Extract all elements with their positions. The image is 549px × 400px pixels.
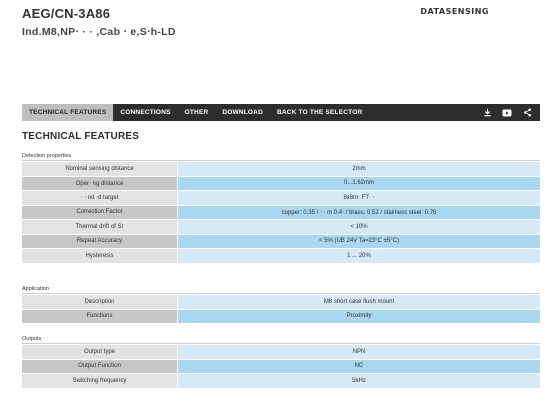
table-row: Repeat Accuracy < 5% (UB 24V Ta=23°C ±5°C…: [22, 234, 540, 248]
row-value: 5kHz: [178, 374, 540, 388]
row-key: Switching frequency: [22, 374, 177, 388]
row-key: Oper‧ ng distance: [22, 176, 177, 190]
tab-technical-features[interactable]: TECHNICAL FEATURES: [22, 104, 114, 121]
group-label: Application: [22, 285, 540, 294]
row-value: < 5% (UB 24V Ta=23°C ±5°C): [178, 234, 540, 248]
row-key: Nominal sensing distance: [22, 162, 177, 176]
brand-logo: DATASENSING: [420, 7, 489, 16]
table-row: Nominal sensing distance 2mm: [22, 162, 540, 176]
model-code: AEG/CN-3A86: [22, 6, 111, 21]
row-key: Description: [22, 295, 177, 309]
tab-bar: TECHNICAL FEATURES CONNECTIONS OTHER DOW…: [22, 104, 540, 121]
row-value: < 10%: [178, 220, 540, 234]
row-value: Proximity: [178, 309, 540, 323]
table-row: Correction Factor copper: 0.35 / ‧ ‧ m 0.…: [22, 205, 540, 219]
table-row: ‧ ‧ nd ‧d target 8x8m‧ FT‧ ‧: [22, 191, 540, 205]
row-value: M8 short case flush mount: [178, 295, 540, 309]
row-key: ‧ ‧ nd ‧d target: [22, 191, 177, 205]
table-row: Description M8 short case flush mount: [22, 295, 540, 309]
row-value: 1 ... 20%: [178, 249, 540, 263]
video-icon[interactable]: [502, 108, 512, 118]
row-key: Hysteresis: [22, 249, 177, 263]
row-value: copper: 0.35 / ‧ ‧ m 0.4‧ / brass: 0.52 …: [178, 205, 540, 219]
row-key: Output Function: [22, 359, 177, 373]
row-key: Output type: [22, 345, 177, 359]
table-row: Thermal drift of Sr < 10%: [22, 220, 540, 234]
share-icon[interactable]: [522, 108, 532, 118]
table-row: Functions Proximity: [22, 309, 540, 323]
tab-connections[interactable]: CONNECTIONS: [113, 104, 177, 121]
row-value: 2mm: [178, 162, 540, 176]
row-key: Repeat Accuracy: [22, 234, 177, 248]
group-outputs: Outputs Output type NPN Output Function NC…: [22, 335, 540, 389]
table-row: Output type NPN: [22, 345, 540, 359]
section-title: TECHNICAL FEATURES: [22, 131, 140, 142]
row-value: 8x8m‧ FT‧ ‧: [178, 191, 540, 205]
table-row: Output Function NC: [22, 359, 540, 373]
table-row: Switching frequency 5kHz: [22, 374, 540, 388]
tab-back-to-selector[interactable]: BACK TO THE SELECTOR: [270, 104, 369, 121]
group-detection-properties: Detection properties Nominal sensing dis…: [22, 152, 540, 264]
row-value: 0...1.62mm: [178, 176, 540, 190]
download-icon[interactable]: [482, 108, 492, 118]
row-value: NPN: [178, 345, 540, 359]
row-key: Thermal drift of Sr: [22, 220, 177, 234]
table-row: Oper‧ ng distance 0...1.62mm: [22, 176, 540, 190]
group-application: Application Description M8 short case flu…: [22, 285, 540, 324]
group-label: Outputs: [22, 335, 540, 344]
row-key: Correction Factor: [22, 205, 177, 219]
product-name: Ind.M8,NP‧ · · ,Cab ‧ e,S‧h-LD: [22, 26, 176, 38]
row-value: NC: [178, 359, 540, 373]
row-key: Functions: [22, 309, 177, 323]
table-row: Hysteresis 1 ... 20%: [22, 249, 540, 263]
tab-download[interactable]: DOWNLOAD: [215, 104, 270, 121]
tab-other[interactable]: OTHER: [178, 104, 216, 121]
group-label: Detection properties: [22, 152, 540, 161]
